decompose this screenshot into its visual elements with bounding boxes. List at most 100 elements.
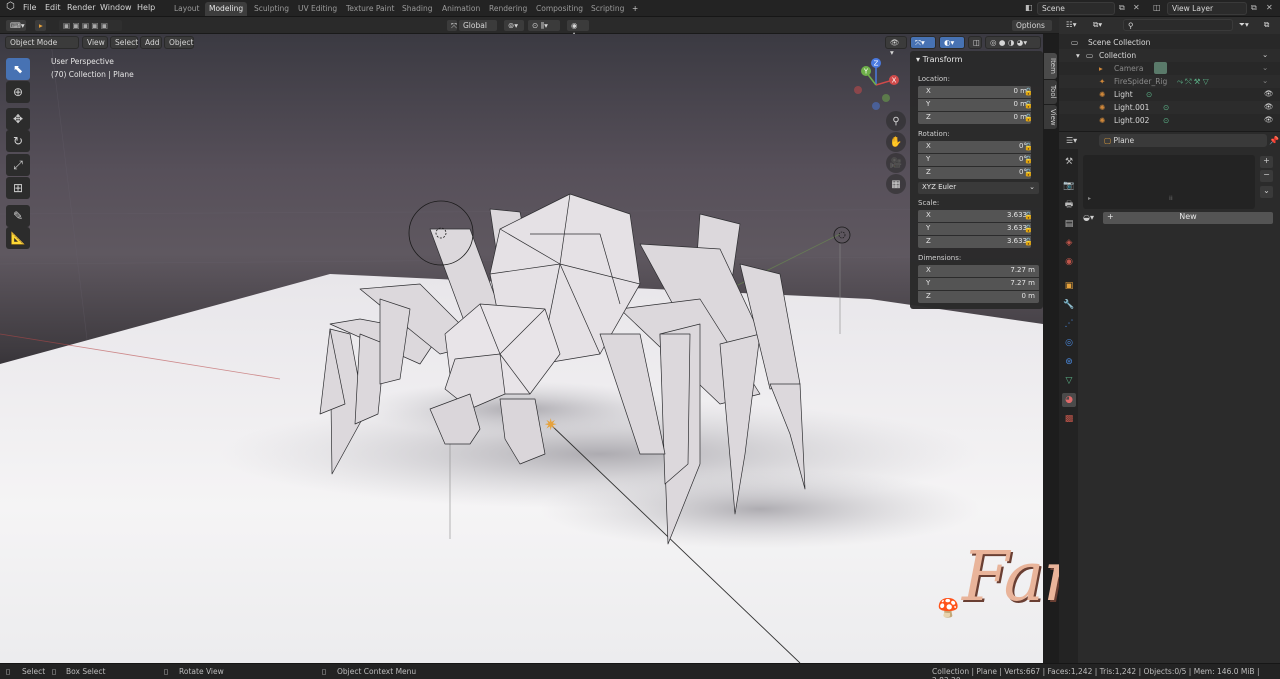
dimensions-y-field[interactable]: Y 7.27 m [918, 278, 1039, 290]
sidebar-tab-item[interactable]: Item [1044, 53, 1057, 79]
sidebar-tab-view[interactable]: View [1044, 105, 1057, 129]
menu-add[interactable]: Add [140, 36, 162, 49]
list-item[interactable]: ▸ Camera ⌄ [1059, 62, 1280, 75]
mode-dropdown[interactable]: Object Mode [5, 36, 79, 49]
eye-icon[interactable]: 👁 [1264, 102, 1274, 111]
cursor-tool[interactable]: ⊕ [6, 81, 30, 103]
view-layer-tab-icon[interactable]: ▤ [1062, 217, 1076, 231]
annotate-tool[interactable]: ✎ [6, 205, 30, 227]
lock-icon[interactable]: 🔓 [1024, 156, 1033, 164]
eye-icon[interactable]: 👁 [1264, 89, 1274, 98]
outliner-search-input[interactable]: ⚲ [1123, 19, 1233, 31]
new-collection-icon[interactable]: ⧉ [1264, 20, 1269, 30]
pin-icon[interactable]: 📌 [1269, 136, 1279, 145]
options-dropdown[interactable]: Options [1011, 19, 1053, 32]
measure-tool[interactable]: 📐 [6, 227, 30, 249]
scale-y-field[interactable]: Y 3.633 [918, 223, 1031, 235]
list-resize-icon[interactable]: ▸ [1088, 195, 1091, 202]
scene-selector[interactable]: Scene [1037, 2, 1115, 15]
constraints-tab-icon[interactable]: ⊛ [1062, 355, 1076, 369]
list-item[interactable]: ✺ Light.001 ⊙ 👁 [1059, 101, 1280, 114]
transform-header[interactable]: ▾ Transform [916, 55, 962, 64]
blender-logo-icon[interactable]: ⬡ [6, 1, 15, 12]
object-name-field[interactable]: ▢ Plane [1099, 134, 1267, 147]
dimensions-z-field[interactable]: Z0 m [918, 291, 1039, 303]
tab-compositing[interactable]: Compositing [532, 2, 587, 16]
chevron-down-icon[interactable]: ▾ [1076, 51, 1080, 60]
transform-tool[interactable]: ⊞ [6, 177, 30, 199]
world-tab-icon[interactable]: ◉ [1062, 255, 1076, 269]
list-item[interactable]: ✺ Light ⊙ 👁 [1059, 88, 1280, 101]
menu-view[interactable]: View [82, 36, 108, 49]
list-grip-icon[interactable]: ⁞⁞ [1169, 195, 1173, 202]
list-item[interactable]: ▾ ▭ Collection ⌄ [1059, 49, 1280, 62]
tab-scripting[interactable]: Scripting [587, 2, 628, 16]
material-slot-list[interactable]: ▸ ⁞⁞ [1083, 155, 1255, 209]
new-material-button[interactable]: + New [1103, 212, 1273, 224]
lock-icon[interactable]: 🔓 [1024, 212, 1033, 220]
lock-icon[interactable]: 🔓 [1024, 225, 1033, 233]
camera-view-icon[interactable]: 🎥 [886, 153, 906, 173]
navigation-gizmo[interactable]: Z X Y [854, 58, 899, 110]
lock-icon[interactable]: 🔓 [1024, 238, 1033, 246]
lock-icon[interactable]: 🔓 [1024, 143, 1033, 151]
lock-icon[interactable]: 🔓 [1024, 88, 1033, 96]
rotation-y-field[interactable]: Y 0° [918, 154, 1031, 166]
gizmo-toggle-icon[interactable]: ⤧▾ [910, 36, 936, 49]
filter-icon[interactable]: ⏷▾ [1239, 20, 1249, 30]
display-mode-icon[interactable]: ⧉▾ [1093, 20, 1102, 30]
orientation-icon[interactable]: ⤧ [446, 19, 458, 32]
view-layer-remove-icon[interactable]: ✕ [1266, 3, 1273, 12]
orientation-dropdown[interactable]: Global [458, 19, 498, 32]
select-tool-icon[interactable]: ▸ [34, 19, 47, 32]
scale-tool[interactable]: ⤢ [6, 154, 30, 176]
outliner-editor-icon[interactable]: ☷▾ [1066, 20, 1077, 29]
snap-icon[interactable]: ⊙ ⫼▾ [527, 19, 561, 32]
object-tab-icon[interactable]: ▣ [1062, 279, 1076, 293]
tab-uv-editing[interactable]: UV Editing [294, 2, 341, 16]
selection-mode-icons[interactable]: ▣ ▣ ▣ ▣ ▣ [58, 19, 123, 32]
add-workspace-button[interactable]: + [628, 2, 642, 16]
view-layer-icon[interactable]: ◫ [1153, 3, 1161, 12]
select-box-tool[interactable]: ⬉ [6, 58, 30, 80]
editor-type-icon[interactable]: ⌨▾ [5, 19, 27, 32]
sidebar-tab-tool[interactable]: Tool [1044, 80, 1057, 104]
output-tab-icon[interactable]: 🖶 [1062, 198, 1076, 212]
tab-layout[interactable]: Layout [170, 2, 204, 16]
particles-tab-icon[interactable]: ⋰ [1062, 317, 1076, 331]
xray-icon[interactable]: ◫ [968, 36, 982, 49]
scene-remove-icon[interactable]: ✕ [1133, 3, 1140, 12]
tab-modeling[interactable]: Modeling [205, 2, 248, 16]
list-item[interactable]: ✺ Light.002 ⊙ 👁 [1059, 114, 1280, 127]
light-001-object[interactable] [833, 226, 851, 244]
location-z-field[interactable]: Z0 m [918, 112, 1031, 124]
material-browse-icon[interactable]: ◒▾ [1083, 213, 1094, 222]
dimensions-x-field[interactable]: X 7.27 m [918, 265, 1039, 277]
zoom-icon[interactable]: ⚲ [886, 111, 906, 131]
menu-render[interactable]: Render [67, 3, 95, 12]
rotation-mode-dropdown[interactable]: XYZ Euler ⌄ [918, 182, 1039, 194]
remove-slot-icon[interactable]: − [1260, 170, 1273, 182]
move-tool[interactable]: ✥ [6, 108, 30, 130]
scale-x-field[interactable]: X 3.633 [918, 210, 1031, 222]
tab-sculpting[interactable]: Sculpting [250, 2, 293, 16]
scene-tab-icon[interactable]: ◈ [1062, 236, 1076, 250]
view-layer-new-icon[interactable]: ⧉ [1251, 3, 1257, 13]
eye-icon[interactable]: ⌄ [1262, 76, 1268, 85]
lock-icon[interactable]: 🔓 [1024, 101, 1033, 109]
menu-select[interactable]: Select [110, 36, 138, 49]
scene-new-icon[interactable]: ⧉ [1119, 3, 1125, 13]
add-slot-icon[interactable]: + [1260, 156, 1273, 168]
tab-rendering[interactable]: Rendering [485, 2, 531, 16]
tool-tab-icon[interactable]: ⚒ [1062, 155, 1076, 169]
lock-icon[interactable]: 🔓 [1024, 169, 1033, 177]
material-tab-icon[interactable]: ◕ [1062, 393, 1076, 407]
render-tab-icon[interactable]: 📷 [1062, 179, 1076, 193]
3d-viewport[interactable]: ✷ Z X Y ⬉ ⊕ ✥ ↻ ⤢ ⊞ ✎ 📐 User Perspective… [0, 34, 1043, 663]
proportional-edit-icon[interactable]: ◉ ⋀ [566, 19, 590, 40]
pan-hand-icon[interactable]: ✋ [886, 132, 906, 152]
modifier-tab-icon[interactable]: 🔧 [1062, 298, 1076, 312]
data-tab-icon[interactable]: ▽ [1062, 374, 1076, 388]
shading-mode-icons[interactable]: ◎ ● ◑ ◕▾ [985, 36, 1041, 49]
menu-help[interactable]: Help [137, 3, 155, 12]
